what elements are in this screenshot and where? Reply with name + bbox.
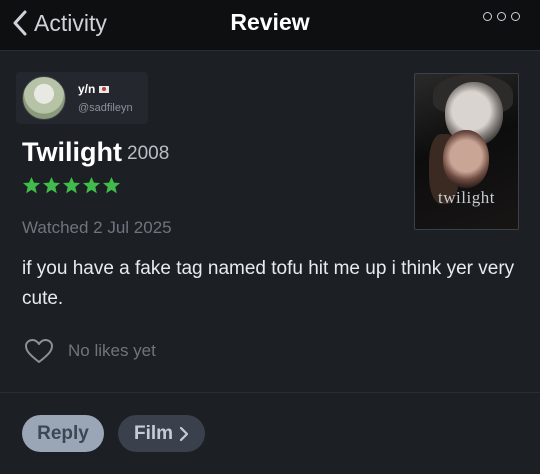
- star-icon: [62, 176, 81, 194]
- star-icon: [22, 176, 41, 194]
- author-handle: @sadfileyn: [78, 102, 133, 114]
- chevron-right-icon: [179, 426, 189, 441]
- author-username: y/n: [78, 82, 96, 96]
- like-row[interactable]: No likes yet: [24, 338, 156, 364]
- reply-button[interactable]: Reply: [22, 415, 104, 452]
- flag-icon: [99, 85, 110, 93]
- film-button-label: Film: [133, 422, 174, 444]
- avatar: [22, 76, 66, 120]
- film-poster[interactable]: twilight: [414, 73, 519, 230]
- review-text: if you have a fake tag named tofu hit me…: [22, 258, 515, 309]
- star-icon: [42, 176, 61, 194]
- reply-button-label: Reply: [37, 422, 89, 444]
- film-year: 2008: [127, 143, 170, 164]
- divider: [0, 392, 540, 393]
- heart-icon[interactable]: [24, 338, 54, 364]
- star-icon: [82, 176, 101, 194]
- author-chip[interactable]: y/n @sadfileyn: [16, 72, 148, 124]
- film-title[interactable]: Twilight: [22, 137, 122, 168]
- watched-date: Watched 2 Jul 2025: [22, 218, 172, 237]
- star-rating: [22, 176, 121, 195]
- page-title: Review: [230, 9, 310, 35]
- likes-count: No likes yet: [68, 341, 156, 360]
- more-options-icon[interactable]: [483, 12, 520, 21]
- star-icon: [102, 176, 121, 194]
- film-button[interactable]: Film: [118, 415, 205, 452]
- poster-title: twilight: [438, 188, 495, 207]
- top-bar: Activity Review: [0, 0, 540, 51]
